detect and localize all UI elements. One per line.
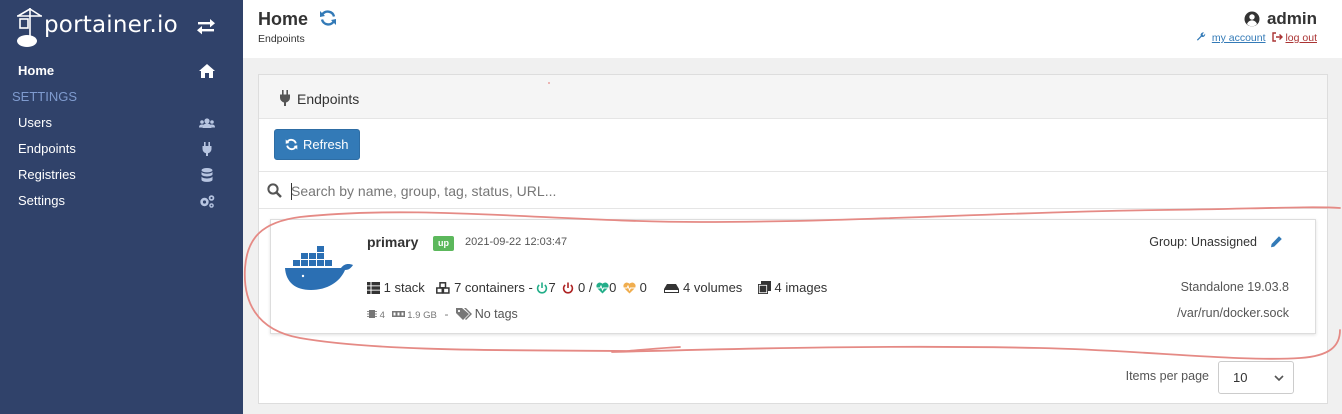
panel-title: Endpoints xyxy=(297,91,360,107)
stack-count: 1 stack xyxy=(383,280,425,295)
endpoint-group: Group: Unassigned xyxy=(1149,235,1257,249)
cpu-count: 4 xyxy=(379,310,385,321)
user-circle-icon xyxy=(1244,11,1260,27)
log-out-link[interactable]: log out xyxy=(1285,32,1317,44)
user-links: my account log out xyxy=(1196,32,1317,44)
plug-icon xyxy=(202,142,212,156)
docker-logo-icon xyxy=(285,246,353,290)
sign-out-icon xyxy=(1272,32,1284,42)
healthy-count: 0 xyxy=(609,280,617,295)
sidebar-item-label: Registries xyxy=(18,167,76,182)
endpoints-panel: Endpoints Refresh primary up 2021-09-22 … xyxy=(258,74,1328,404)
endpoint-timestamp: 2021-09-22 12:03:47 xyxy=(465,236,568,248)
cogs-icon xyxy=(200,195,215,208)
sidebar-item-endpoints[interactable]: Endpoints xyxy=(0,136,243,162)
refresh-icon[interactable] xyxy=(319,9,337,27)
power-running-icon xyxy=(537,282,548,294)
page-header: Home Endpoints admin my account log out xyxy=(243,0,1342,58)
memory-icon xyxy=(391,311,405,317)
th-list-icon xyxy=(367,282,380,294)
stats-dash: - xyxy=(528,280,533,295)
search-input[interactable] xyxy=(291,178,1191,204)
sidebar-item-registries[interactable]: Registries xyxy=(0,162,243,188)
tags-icon xyxy=(456,308,473,320)
home-icon xyxy=(199,64,215,78)
endpoint-version: Standalone 19.03.8 xyxy=(1180,280,1289,294)
username: admin xyxy=(1266,9,1317,28)
hdd-icon xyxy=(664,284,680,293)
refresh-button-label: Refresh xyxy=(303,137,349,152)
refresh-icon xyxy=(285,139,298,150)
items-per-page-value: 10 xyxy=(1233,370,1248,385)
database-icon xyxy=(201,168,213,182)
my-account-link[interactable]: my account xyxy=(1212,32,1266,44)
items-per-page-label: Items per page xyxy=(1125,369,1209,383)
running-count: 7 xyxy=(548,280,556,295)
sidebar-item-label: Home xyxy=(18,63,55,78)
stopped-count: 0 xyxy=(577,280,586,295)
cpu-icon xyxy=(367,310,377,318)
refresh-button[interactable]: Refresh xyxy=(274,129,360,160)
search-icon xyxy=(267,183,282,198)
power-stopped-icon xyxy=(563,282,574,294)
heartbeat-healthy-icon xyxy=(596,282,609,294)
endpoint-name: primary xyxy=(367,234,419,250)
panel-header: Endpoints xyxy=(259,75,1327,119)
plug-icon xyxy=(280,90,290,106)
volume-count: 4 volumes xyxy=(683,280,743,295)
sidebar-item-users[interactable]: Users xyxy=(0,110,243,136)
brand-logo[interactable]: portainer.io xyxy=(14,6,178,50)
sidebar-item-label: Users xyxy=(18,115,52,130)
sidebar-item-label: Settings xyxy=(18,193,65,208)
endpoint-card[interactable]: primary up 2021-09-22 12:03:47 Group: Un… xyxy=(270,219,1316,334)
memory-size: 1.9 GB xyxy=(407,310,437,321)
sidebar-nav: Home SETTINGS Users Endpoints Registries xyxy=(0,58,243,214)
cubes-icon xyxy=(436,282,451,294)
sidebar-toggle-icon[interactable] xyxy=(196,18,216,36)
heartbeat-unhealthy-icon xyxy=(623,282,636,294)
meta-dash: - xyxy=(444,307,449,321)
settings-heading: SETTINGS xyxy=(12,89,78,104)
clone-icon xyxy=(757,281,771,294)
pencil-icon[interactable] xyxy=(1270,235,1283,248)
breadcrumb: Endpoints xyxy=(258,33,305,45)
chevron-down-icon xyxy=(1274,375,1284,382)
sidebar-item-settings[interactable]: Settings xyxy=(0,188,243,214)
wrench-icon xyxy=(1196,32,1205,41)
container-count: 7 containers xyxy=(454,280,525,295)
image-count: 4 images xyxy=(774,280,828,295)
brand-name: portainer.io xyxy=(44,12,178,38)
endpoint-meta: 4 1.9 GB - No tags xyxy=(367,307,518,321)
sidebar-item-label: Endpoints xyxy=(18,141,76,156)
text-caret xyxy=(291,183,292,200)
endpoint-url: /var/run/docker.sock xyxy=(1177,306,1289,320)
search-bar xyxy=(259,171,1327,209)
sidebar: portainer.io Home SETTINGS Users Endpoin… xyxy=(0,0,243,414)
portainer-logo-icon xyxy=(17,8,42,47)
endpoint-stats: 1 stack 7 containers - 7 0 / 0 0 4 volum… xyxy=(367,280,827,295)
unhealthy-count: 0 xyxy=(639,280,647,295)
status-badge: up xyxy=(433,236,454,251)
tags-label: No tags xyxy=(474,307,518,321)
items-per-page-select[interactable]: 10 xyxy=(1218,361,1294,394)
stats-slash: / xyxy=(588,280,593,295)
page-title: Home xyxy=(258,9,309,29)
sidebar-item-home[interactable]: Home xyxy=(0,58,243,84)
users-icon xyxy=(199,118,215,128)
